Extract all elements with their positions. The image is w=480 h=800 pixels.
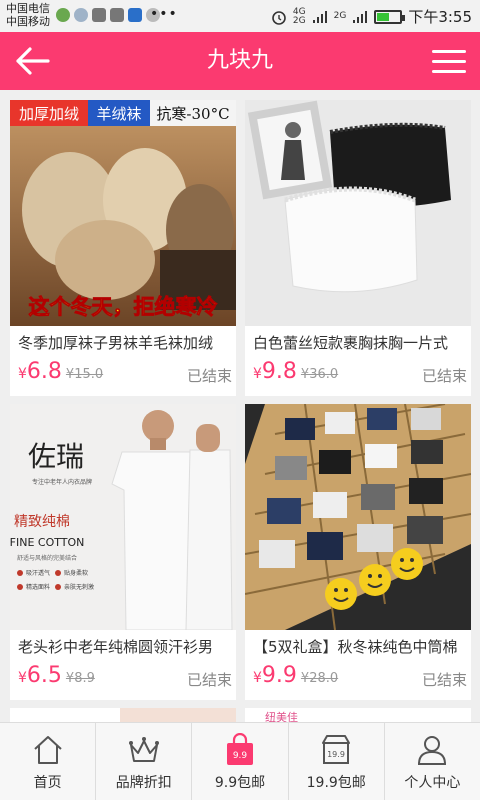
cotton-label: 精致纯棉 <box>14 513 70 530</box>
product-card[interactable]: 佐瑞 专注中老年人内衣品牌 精致纯棉 FINE COTTON 舒适与风格的完美结… <box>10 404 236 700</box>
cotton-label-en: FINE COTTON <box>10 536 84 549</box>
currency-symbol: ¥ <box>253 366 262 382</box>
tab-label: 首页 <box>33 775 62 791</box>
feature-text: 贴身柔软 <box>64 569 88 577</box>
feature-text: 精选面料 <box>26 583 50 591</box>
carrier-1: 中国电信 <box>6 2 50 15</box>
page-title: 九块九 <box>206 48 273 73</box>
tab-profile[interactable]: 个人中心 <box>385 723 480 800</box>
original-price: ¥28.0 <box>300 671 339 686</box>
price-row: ¥9.8 ¥36.0 已结束 <box>253 359 467 391</box>
price-row: ¥9.9 ¥28.0 已结束 <box>253 663 467 695</box>
tab-9-9[interactable]: 9.9 9.9包邮 <box>192 723 289 800</box>
header-bar: 九块九 <box>0 32 480 90</box>
brand-subtitle: 专注中老年人内衣品牌 <box>32 478 92 486</box>
cow-icon <box>110 8 124 22</box>
tab-brand-discount[interactable]: 品牌折扣 <box>96 723 193 800</box>
product-card[interactable]: 【5双礼盒】秋冬袜纯色中筒棉 ¥9.9 ¥28.0 已结束 <box>245 404 471 700</box>
shop-icon: 19.9 <box>322 735 351 764</box>
battery-icon <box>374 9 406 24</box>
tab-label: 个人中心 <box>404 775 461 791</box>
tab-home[interactable]: 首页 <box>0 723 97 800</box>
status-bar: 中国电信 中国移动 ••• 4G 2G 2G 下午3:55 <box>0 0 480 32</box>
more-notifications-icon: ••• <box>150 6 178 22</box>
sale-status: 已结束 <box>421 671 467 689</box>
system-indicators: 4G 2G 2G 下午3:55 <box>271 6 472 27</box>
product-card[interactable]: 纽美佳 <box>245 708 471 722</box>
banner-text: 加厚加绒 <box>19 105 79 123</box>
product-image[interactable]: 纽美佳 <box>245 708 471 722</box>
product-title[interactable]: 【5双礼盒】秋冬袜纯色中筒棉 <box>253 636 467 657</box>
shopping-bag-icon: 9.9 <box>227 733 253 765</box>
product-price: 9.9 <box>261 663 297 688</box>
signal-icon <box>312 10 327 23</box>
user-icon <box>418 736 447 765</box>
hamburger-menu-icon[interactable] <box>432 46 466 76</box>
clock: 下午3:55 <box>408 8 472 26</box>
currency-symbol: ¥ <box>18 670 27 686</box>
weather-icon <box>74 8 88 22</box>
product-card[interactable] <box>10 708 236 722</box>
product-price: 6.5 <box>26 663 62 688</box>
sale-status: 已结束 <box>421 367 467 385</box>
product-image[interactable] <box>10 708 236 722</box>
product-card[interactable]: 白色蕾丝短款裹胸抹胸一片式 ¥9.8 ¥36.0 已结束 <box>245 100 471 396</box>
sale-status: 已结束 <box>186 367 232 385</box>
tab-badge: 19.9 <box>327 750 345 759</box>
product-title[interactable]: 白色蕾丝短款裹胸抹胸一片式 <box>253 332 467 353</box>
crown-icon <box>128 737 159 762</box>
product-image[interactable] <box>245 100 471 326</box>
product-title[interactable]: 冬季加厚袜子男袜羊毛袜加绒 <box>18 332 232 353</box>
banner-text: 抗寒-30°C <box>156 105 229 123</box>
original-price: ¥15.0 <box>65 367 104 382</box>
tab-label: 品牌折扣 <box>115 775 172 791</box>
product-image-text: 纽美佳 <box>265 711 298 722</box>
product-price: 6.8 <box>26 359 62 384</box>
bottom-tab-bar: 首页 品牌折扣 9.9 9.9包邮 19.9 19.9包邮 个人中心 <box>0 722 480 800</box>
alarm-icon <box>272 10 286 25</box>
tab-badge: 9.9 <box>233 751 248 761</box>
tab-label: 9.9包邮 <box>214 775 266 791</box>
original-price: ¥8.9 <box>65 671 95 686</box>
product-grid: 加厚加绒 羊绒袜 抗寒-30°C 这个冬天，拒绝寒冷 冬季加厚袜子男袜羊毛袜加绒… <box>0 90 480 722</box>
network-4g: 4G 2G <box>292 6 306 26</box>
battery-level <box>377 12 390 21</box>
banner-text: 羊绒袜 <box>96 105 141 123</box>
product-image[interactable]: 加厚加绒 羊绒袜 抗寒-30°C 这个冬天，拒绝寒冷 <box>10 100 236 326</box>
product-image[interactable] <box>245 404 471 630</box>
banner-text: 这个冬天，拒绝寒冷 <box>29 295 218 319</box>
currency-symbol: ¥ <box>18 366 27 382</box>
currency-symbol: ¥ <box>253 670 262 686</box>
product-card[interactable]: 加厚加绒 羊绒袜 抗寒-30°C 这个冬天，拒绝寒冷 冬季加厚袜子男袜羊毛袜加绒… <box>10 100 236 396</box>
product-price: 9.8 <box>261 359 297 384</box>
cotton-subtitle: 舒适与风格的完美结合 <box>17 554 77 562</box>
brand-name: 佐瑞 <box>28 440 84 473</box>
tab-19-9[interactable]: 19.9 19.9包邮 <box>289 723 385 800</box>
price-row: ¥6.5 ¥8.9 已结束 <box>18 663 232 695</box>
cow-icon <box>92 8 106 22</box>
network-2g: 2G <box>333 11 347 21</box>
feature-text: 亲肤无刺激 <box>64 583 94 591</box>
carrier-2: 中国移动 <box>6 15 50 28</box>
app-icon <box>56 8 70 22</box>
notification-icons <box>56 8 160 22</box>
feature-text: 吸汗透气 <box>26 569 50 577</box>
product-title[interactable]: 老头衫中老年纯棉圆领汗衫男 <box>18 636 232 657</box>
signal-icon <box>353 10 368 23</box>
price-row: ¥6.8 ¥15.0 已结束 <box>18 359 232 391</box>
sale-status: 已结束 <box>186 671 232 689</box>
home-icon <box>33 736 62 764</box>
original-price: ¥36.0 <box>300 367 339 382</box>
carrier-info: 中国电信 中国移动 <box>6 2 50 28</box>
product-image[interactable]: 佐瑞 专注中老年人内衣品牌 精致纯棉 FINE COTTON 舒适与风格的完美结… <box>10 404 236 630</box>
tab-label: 19.9包邮 <box>306 775 366 791</box>
shield-icon <box>128 8 142 22</box>
